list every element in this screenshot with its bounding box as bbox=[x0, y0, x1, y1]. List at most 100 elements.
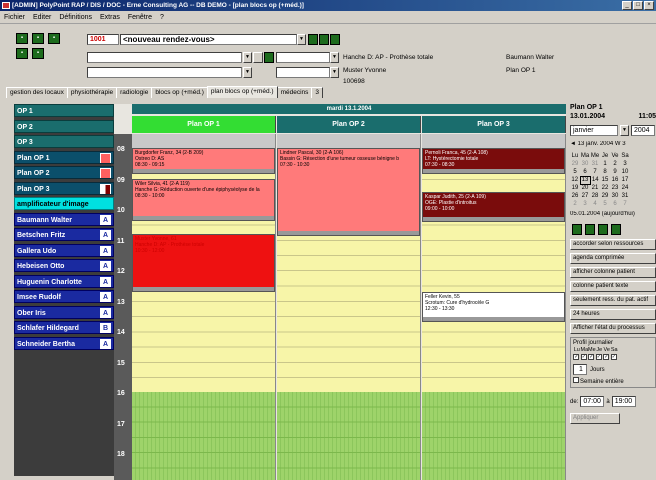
settings-icon[interactable] bbox=[611, 224, 621, 235]
appointment-block[interactable]: Lindner Pascal, 30 (2-A 106) Bassin G: Ré… bbox=[277, 148, 420, 236]
apply-button[interactable]: Appliquer bbox=[570, 413, 620, 424]
resource-item[interactable]: amplificateur d'image bbox=[14, 197, 114, 210]
appointment-block[interactable]: Kaspar Judith, 25 (2-A 109) OGE: Plastie … bbox=[422, 192, 565, 222]
today-link[interactable]: 05.01.2004 (aujourd'hui) bbox=[570, 211, 656, 220]
search-field-3[interactable] bbox=[87, 67, 242, 78]
resource-item[interactable]: Schneider Bertha A bbox=[14, 336, 114, 350]
search-field-2[interactable] bbox=[276, 52, 330, 63]
open-icon[interactable]: ▪ bbox=[32, 33, 44, 44]
appointment-block[interactable]: Wiler Silvia, 41 (2-A 119) Hanche G: Rédu… bbox=[132, 179, 275, 221]
calendar-day[interactable]: 5 bbox=[570, 168, 580, 176]
calendar-day[interactable]: 20 bbox=[580, 184, 590, 192]
day-column[interactable]: Lindner Pascal, 30 (2-A 106) Bassin G: Ré… bbox=[277, 134, 421, 480]
search-field-4[interactable] bbox=[276, 67, 330, 78]
tab-radiologie[interactable]: radiologie bbox=[116, 87, 153, 98]
calendar-day[interactable]: 17 bbox=[620, 176, 630, 184]
delete-icon[interactable] bbox=[330, 34, 340, 45]
filter-icon[interactable] bbox=[572, 224, 582, 235]
option-button[interactable]: colonne patient texte bbox=[570, 281, 656, 292]
menu-definitions[interactable]: Définitions bbox=[59, 14, 92, 21]
menu-fenetre[interactable]: Fenêtre bbox=[128, 14, 152, 21]
resource-item[interactable]: OP 3 bbox=[14, 135, 114, 148]
month-select[interactable]: janvier bbox=[570, 125, 618, 136]
resource-item[interactable]: Imsee Rudolf A bbox=[14, 290, 114, 303]
profile-day-checkbox[interactable]: ✓ bbox=[610, 354, 619, 360]
resource-item[interactable]: Ober Iris A bbox=[14, 305, 114, 319]
tab-blocs-op[interactable]: blocs op (+méd.) bbox=[151, 87, 208, 98]
option-button[interactable]: accorder selon ressources bbox=[570, 239, 656, 250]
menu-help[interactable]: ? bbox=[160, 14, 164, 21]
calendar-day[interactable]: 30 bbox=[580, 160, 590, 168]
appointment-block[interactable]: Burgdorfer Franz, 34 (2-B 209) Ostreo D: … bbox=[132, 148, 275, 174]
calendar-day[interactable]: 6 bbox=[580, 168, 590, 176]
print-icon[interactable] bbox=[585, 224, 595, 235]
resource-item[interactable]: Huguenin Charlotte A bbox=[14, 274, 114, 288]
calendar-day[interactable]: 21 bbox=[590, 184, 600, 192]
appointment-block[interactable]: Pernoli Franca, 45 (2-A 108) LT: Hystérec… bbox=[422, 148, 565, 174]
tab-3[interactable]: 3 bbox=[311, 87, 324, 98]
chevron-down-icon[interactable]: ▼ bbox=[620, 125, 629, 136]
menu-fichier[interactable]: Fichier bbox=[4, 14, 25, 21]
close-icon[interactable]: × bbox=[644, 1, 654, 10]
option-button[interactable]: seulement ress. du pat. actif bbox=[570, 295, 656, 306]
resource-item[interactable]: Hebeisen Otto A bbox=[14, 259, 114, 272]
calendar-day[interactable]: 6 bbox=[610, 200, 620, 208]
calendar-day[interactable]: 23 bbox=[610, 184, 620, 192]
calendar-day[interactable]: 29 bbox=[570, 160, 580, 168]
day-column[interactable]: Pernoli Franca, 45 (2-A 108) LT: Hystérec… bbox=[422, 134, 566, 480]
calendar-day[interactable]: 3 bbox=[620, 160, 630, 168]
resource-item[interactable]: Betschen Fritz A bbox=[14, 228, 114, 241]
prev-icon[interactable]: ◄ bbox=[570, 141, 578, 147]
profile-day-checkbox[interactable]: ✓ bbox=[595, 354, 604, 360]
to-time[interactable]: 19:00 bbox=[611, 396, 636, 407]
resource-item[interactable]: Schlafer Hildegard B bbox=[14, 321, 114, 334]
profile-day-checkbox[interactable]: ✓ bbox=[588, 354, 596, 360]
menu-editer[interactable]: Editer bbox=[33, 14, 51, 21]
resource-item[interactable]: Baumann Walter A bbox=[14, 212, 114, 226]
column-header[interactable]: Plan OP 2 bbox=[277, 116, 421, 133]
calendar-day[interactable]: 7 bbox=[620, 200, 630, 208]
option-button[interactable]: afficher colonne patient bbox=[570, 267, 656, 278]
calendar-day[interactable]: 1 bbox=[600, 160, 610, 168]
menu-extras[interactable]: Extras bbox=[100, 14, 120, 21]
days-value[interactable]: 1 bbox=[573, 364, 587, 375]
calendar-day[interactable]: 10 bbox=[620, 168, 630, 176]
calendar-day[interactable]: 14 bbox=[590, 176, 600, 184]
calendar-day[interactable]: 31 bbox=[620, 192, 630, 200]
resource-item[interactable]: OP 1 bbox=[14, 104, 114, 117]
appointment-select[interactable]: <nouveau rendez-vous> bbox=[120, 34, 297, 45]
chevron-down-icon[interactable]: ▼ bbox=[330, 52, 339, 63]
calendar-day[interactable]: 2 bbox=[570, 200, 580, 208]
appointment-number[interactable]: 1001 bbox=[87, 34, 119, 45]
search-field-1[interactable] bbox=[87, 52, 242, 63]
refresh-icon[interactable] bbox=[598, 224, 608, 235]
chevron-down-icon[interactable]: ▼ bbox=[243, 52, 252, 63]
save-icon[interactable]: ▪ bbox=[48, 33, 60, 44]
minimize-icon[interactable]: _ bbox=[622, 1, 632, 10]
confirm-icon[interactable] bbox=[308, 34, 318, 45]
chevron-down-icon[interactable]: ▼ bbox=[243, 67, 252, 78]
maximize-icon[interactable]: □ bbox=[633, 1, 643, 10]
calendar-day[interactable]: 24 bbox=[620, 184, 630, 192]
resource-item[interactable]: Plan OP 2 bbox=[14, 166, 114, 179]
week-checkbox[interactable] bbox=[573, 377, 579, 383]
tab-plan-blocs-op[interactable]: plan blocs op (+méd.) bbox=[206, 86, 278, 98]
profile-day-checkbox[interactable]: ✓ bbox=[580, 354, 589, 360]
calendar-day[interactable]: 5 bbox=[600, 200, 610, 208]
resource-item[interactable]: Gallera Udo A bbox=[14, 243, 114, 257]
group-icon[interactable]: ▪ bbox=[32, 48, 44, 59]
clear-icon[interactable] bbox=[253, 52, 263, 63]
calendar-day[interactable]: 3 bbox=[580, 200, 590, 208]
column-header[interactable]: Plan OP 3 bbox=[422, 116, 566, 133]
resource-item[interactable]: Plan OP 1 bbox=[14, 150, 114, 164]
copy-icon[interactable] bbox=[319, 34, 329, 45]
calendar-day[interactable]: 15 bbox=[600, 176, 610, 184]
calendar-day[interactable]: 16 bbox=[610, 176, 620, 184]
calendar-day[interactable]: 28 bbox=[590, 192, 600, 200]
option-button[interactable]: 24 heures bbox=[570, 309, 656, 320]
calendar-day[interactable]: 2 bbox=[610, 160, 620, 168]
calendar-nav[interactable]: ◄ 13 janv. 2004 W 3 bbox=[570, 141, 656, 150]
select-icon[interactable] bbox=[264, 52, 274, 63]
calendar-day[interactable]: 9 bbox=[610, 168, 620, 176]
profile-day-checkbox[interactable]: ✓ bbox=[603, 354, 611, 360]
